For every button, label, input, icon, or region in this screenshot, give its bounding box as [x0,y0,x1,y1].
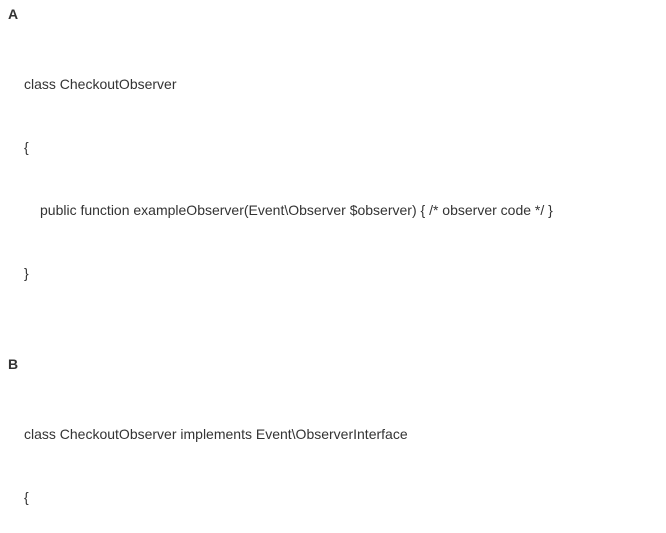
option-a: A class CheckoutObserver { public functi… [8,6,658,326]
code-line: { [24,487,658,508]
option-letter: A [8,6,658,22]
option-b: B class CheckoutObserver implements Even… [8,356,658,533]
code-line: } [24,263,658,284]
option-letter: B [8,356,658,372]
code-line: class CheckoutObserver implements Event\… [24,424,658,445]
question-options: A class CheckoutObserver { public functi… [0,0,666,533]
code-line: { [24,137,658,158]
code-line: class CheckoutObserver [24,74,658,95]
code-block: class CheckoutObserver { public function… [8,32,658,326]
code-block: class CheckoutObserver implements Event\… [8,382,658,533]
code-line: public function exampleObserver(Event\Ob… [24,200,658,221]
